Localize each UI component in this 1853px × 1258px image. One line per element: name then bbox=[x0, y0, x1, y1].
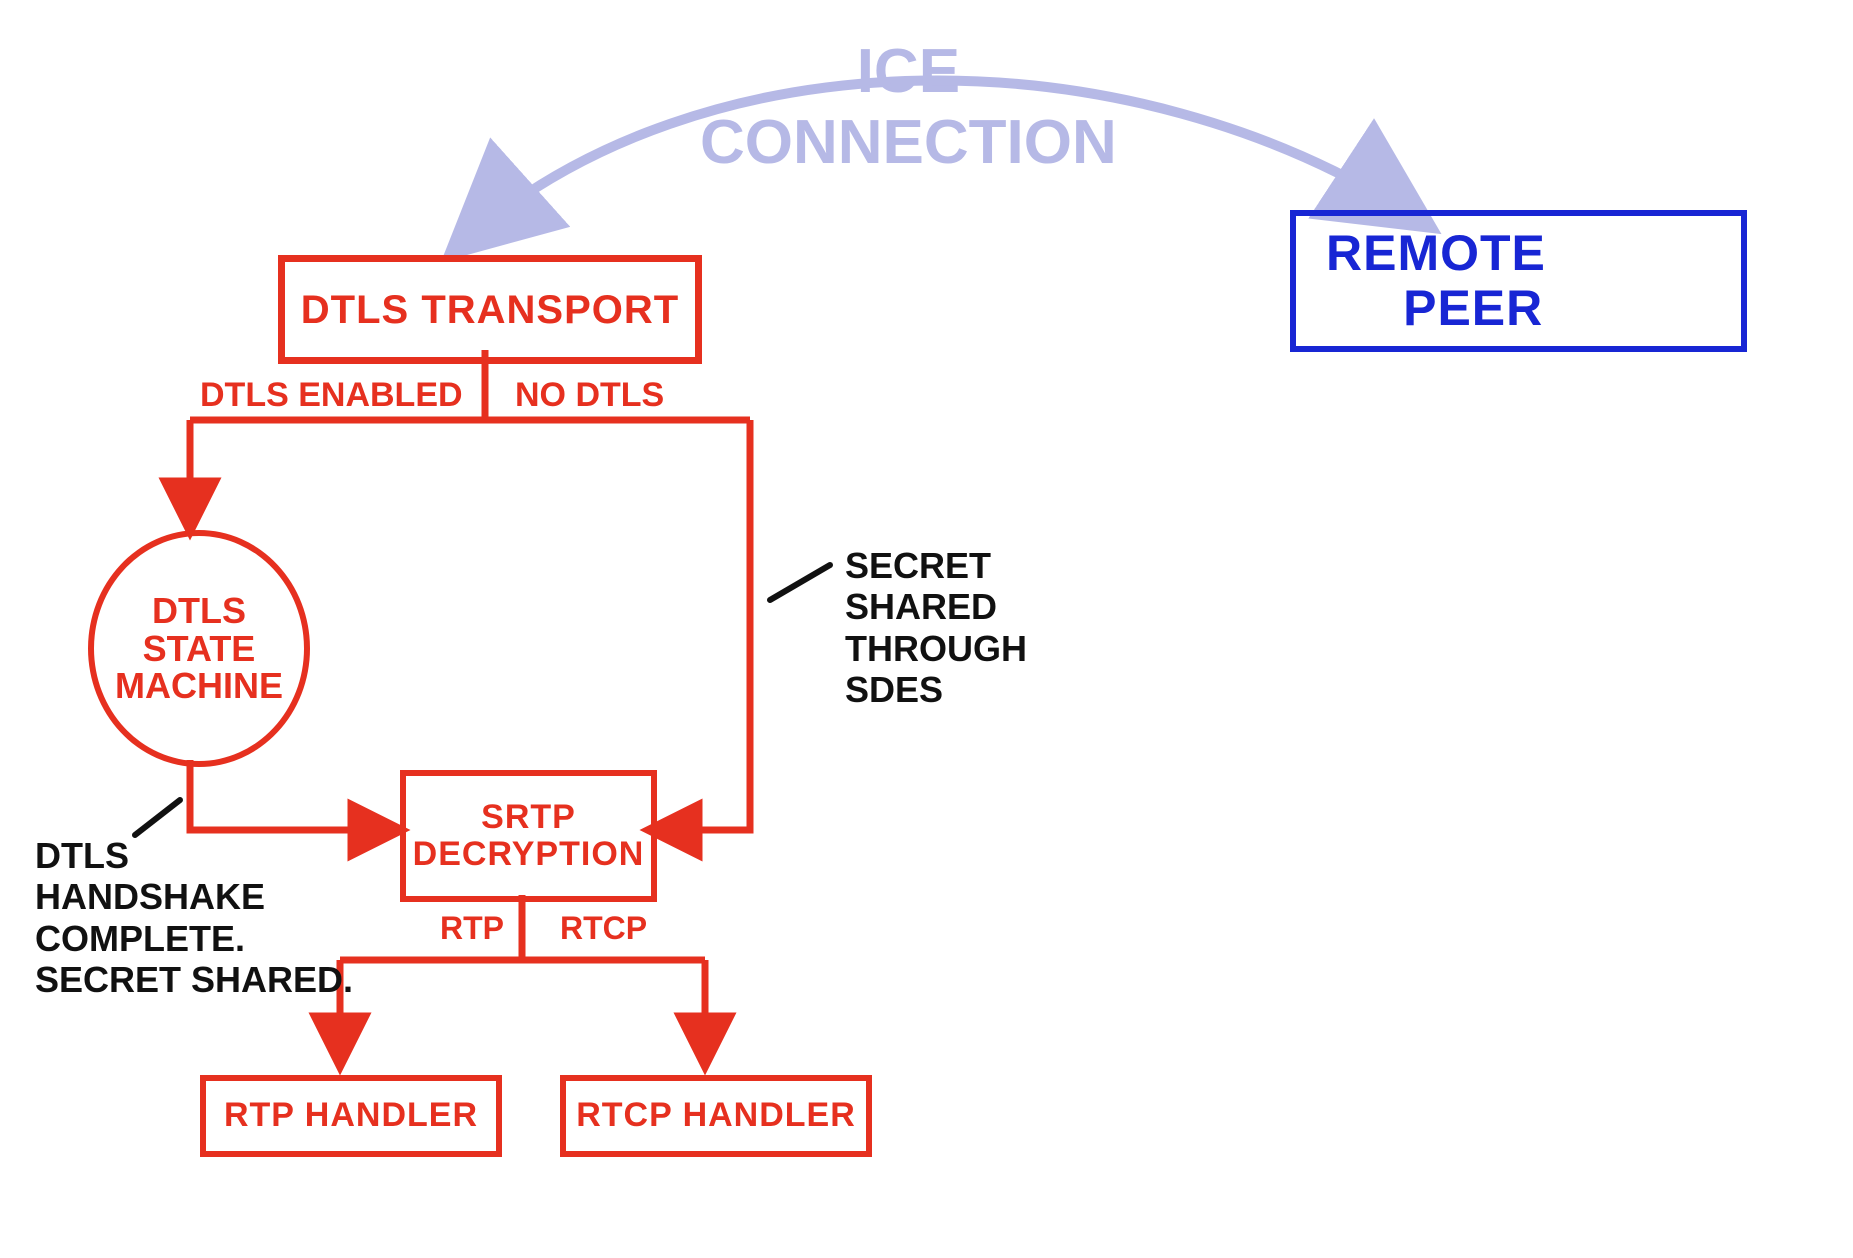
node-label: SRTP DECRYPTION bbox=[413, 799, 645, 874]
node-label: RTCP HANDLER bbox=[576, 1097, 856, 1134]
node-remote-peer: REMOTE PEER bbox=[1290, 210, 1747, 352]
node-dtls-transport: DTLS TRANSPORT bbox=[278, 255, 702, 364]
tick-dtls-complete bbox=[135, 800, 180, 835]
node-label: DTLS TRANSPORT bbox=[301, 288, 679, 332]
node-rtp-handler: RTP HANDLER bbox=[200, 1075, 502, 1157]
label-ice-connection: ICE CONNECTION bbox=[700, 36, 1117, 179]
node-srtp-decryption: SRTP DECRYPTION bbox=[400, 770, 657, 902]
node-label: RTP HANDLER bbox=[224, 1097, 478, 1134]
annotation-dtls-complete: DTLS HANDSHAKE COMPLETE. SECRET SHARED. bbox=[35, 835, 353, 1001]
label-rtp: RTP bbox=[440, 910, 504, 947]
edge-state-to-srtp bbox=[190, 760, 400, 830]
label-no-dtls: NO DTLS bbox=[515, 376, 664, 415]
node-rtcp-handler: RTCP HANDLER bbox=[560, 1075, 872, 1157]
node-dtls-state-machine: DTLS STATE MACHINE bbox=[88, 530, 310, 767]
label-dtls-enabled: DTLS ENABLED bbox=[200, 376, 463, 415]
diagram-stage: { "colors": { "red": "#e6301f", "blue": … bbox=[0, 0, 1853, 1258]
annotation-secret-sdes: SECRET SHARED THROUGH SDES bbox=[845, 545, 1027, 711]
node-label: REMOTE PEER bbox=[1326, 226, 1546, 336]
edge-no-dtls bbox=[650, 420, 750, 830]
label-rtcp: RTCP bbox=[560, 910, 647, 947]
node-label: DTLS STATE MACHINE bbox=[115, 592, 283, 705]
tick-sdes bbox=[770, 565, 830, 600]
